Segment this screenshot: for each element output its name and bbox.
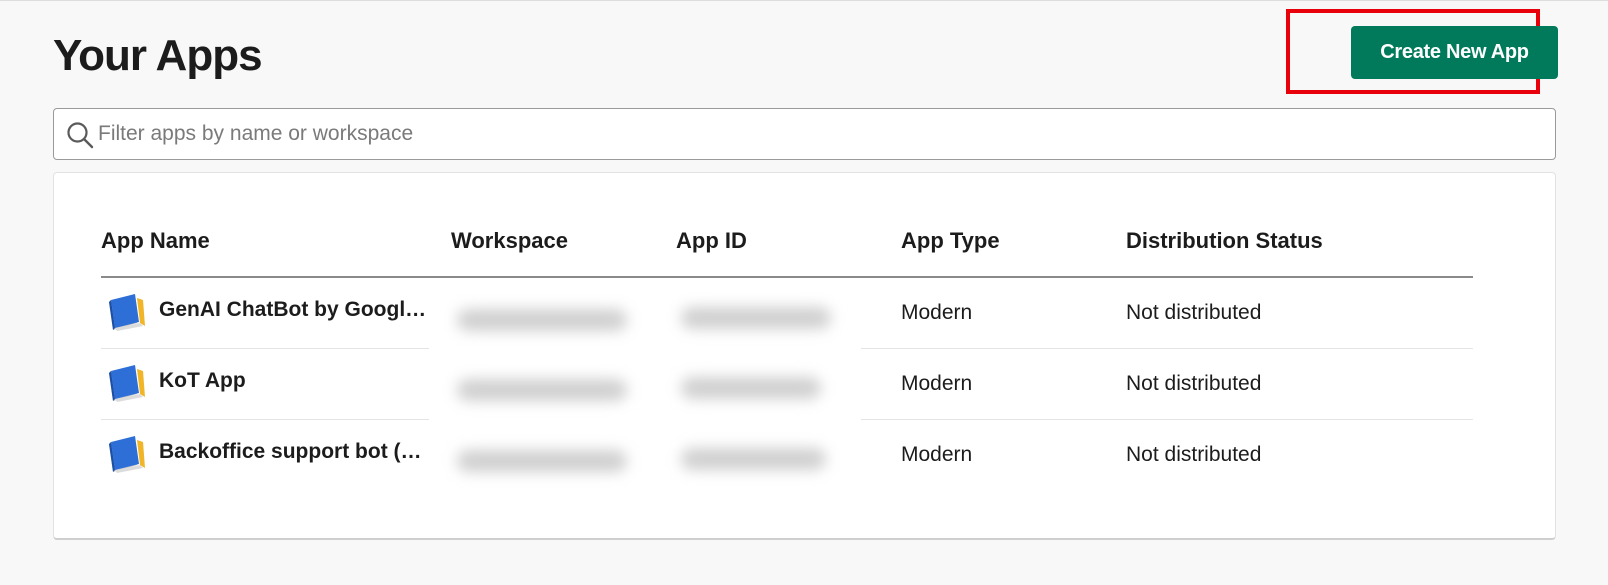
app-name-cell[interactable]: GenAI ChatBot by Google … [101, 277, 451, 349]
app-id-cell [676, 348, 901, 420]
column-header-app-name[interactable]: App Name [101, 228, 451, 278]
apps-table-card: App Name Workspace App ID App Type Distr… [53, 172, 1556, 540]
workspace-cell [451, 277, 676, 349]
app-type-cell: Modern [901, 348, 1126, 420]
app-book-icon [109, 365, 145, 402]
page-title: Your Apps [53, 31, 263, 80]
apps-table: App Name Workspace App ID App Type Distr… [101, 228, 1473, 490]
table-row[interactable]: Backoffice support bot (dev) Modern Not … [101, 420, 1473, 491]
app-name-link[interactable]: KoT App [159, 369, 246, 393]
create-new-app-button[interactable]: Create New App [1351, 26, 1558, 79]
filter-apps-input[interactable] [98, 109, 1538, 159]
app-book-icon [109, 436, 145, 473]
app-name-link[interactable]: GenAI ChatBot by Google … [159, 298, 429, 322]
your-apps-page: Your Apps Create New App App Name Worksp… [0, 0, 1608, 585]
workspace-cell [451, 420, 676, 491]
distribution-status-cell: Not distributed [1126, 277, 1473, 349]
table-header-row: App Name Workspace App ID App Type Distr… [101, 228, 1473, 278]
table-row[interactable]: KoT App Modern Not distributed [101, 348, 1473, 420]
filter-field[interactable] [53, 108, 1556, 160]
app-id-cell [676, 277, 901, 349]
app-id-cell [676, 420, 901, 491]
column-header-distribution-status[interactable]: Distribution Status [1126, 228, 1473, 278]
app-name-cell[interactable]: Backoffice support bot (dev) [101, 420, 451, 491]
column-header-app-id[interactable]: App ID [676, 228, 901, 278]
distribution-status-cell: Not distributed [1126, 348, 1473, 420]
app-name-link[interactable]: Backoffice support bot (dev) [159, 440, 429, 464]
app-name-cell[interactable]: KoT App [101, 348, 451, 420]
table-row[interactable]: GenAI ChatBot by Google … Modern Not dis… [101, 277, 1473, 349]
app-type-cell: Modern [901, 443, 973, 466]
app-book-icon [109, 294, 145, 331]
app-type-cell: Modern [901, 277, 1126, 349]
distribution-status-cell: Not distributed [1126, 443, 1262, 466]
column-header-app-type[interactable]: App Type [901, 228, 1126, 278]
workspace-cell [451, 348, 676, 420]
column-header-workspace[interactable]: Workspace [451, 228, 676, 278]
search-icon [67, 122, 94, 149]
